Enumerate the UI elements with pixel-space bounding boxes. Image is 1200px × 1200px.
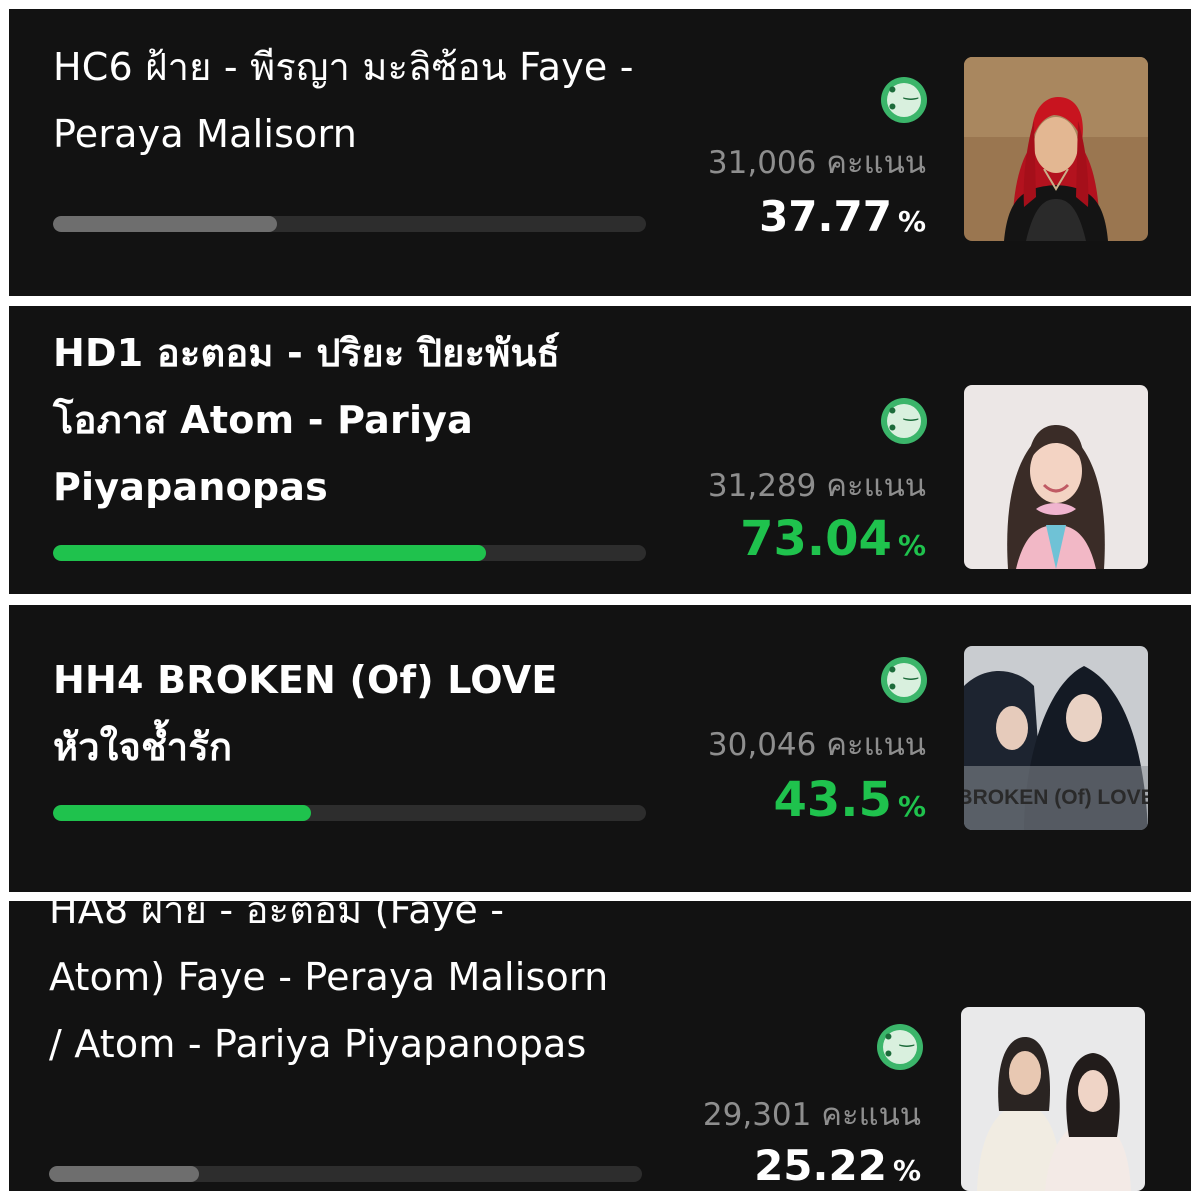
vote-number: 31,289 bbox=[707, 468, 817, 504]
percent-unit: % bbox=[897, 790, 926, 823]
vote-card[interactable]: HA8 ฝ้าย - อะตอม (Faye - Atom) Faye - Pe… bbox=[9, 901, 1191, 1191]
candidate-photo bbox=[964, 57, 1148, 241]
percent-number: 43.5 bbox=[773, 772, 892, 828]
smiley-badge-icon: • ‿ • bbox=[877, 1024, 923, 1070]
progress-fill bbox=[53, 805, 311, 821]
vote-count: 29,301 คะแนน bbox=[703, 1089, 921, 1139]
percent-number: 25.22 bbox=[754, 1141, 887, 1190]
progress-bar bbox=[53, 216, 646, 232]
candidate-photo bbox=[964, 385, 1148, 569]
vote-number: 30,046 bbox=[707, 727, 817, 763]
candidate-title: HH4 BROKEN (Of) LOVE หัวใจช้ำรัก bbox=[53, 658, 558, 769]
vote-unit: คะแนน bbox=[826, 727, 926, 763]
vote-card[interactable]: HC6 ฝ้าย - พีรญา มะลิซ้อน Faye - Peraya … bbox=[9, 9, 1191, 296]
smiley-badge-icon: • ‿ • bbox=[881, 657, 927, 703]
candidate-title: HC6 ฝ้าย - พีรญา มะลิซ้อน Faye - Peraya … bbox=[53, 45, 634, 156]
progress-fill bbox=[53, 216, 277, 232]
vote-card[interactable]: HD1 อะตอม - ปริยะ ปิยะพันธ์โอภาส Atom - … bbox=[9, 306, 1191, 594]
progress-bar bbox=[53, 805, 646, 821]
progress-bar bbox=[53, 545, 646, 561]
percent-number: 73.04 bbox=[740, 511, 892, 567]
vote-count: 30,046 คะแนน bbox=[708, 719, 926, 769]
vote-percent: 25.22% bbox=[754, 1141, 921, 1190]
vote-count: 31,289 คะแนน bbox=[708, 460, 926, 510]
vote-unit: คะแนน bbox=[826, 145, 926, 181]
percent-unit: % bbox=[897, 529, 926, 562]
progress-fill bbox=[53, 545, 487, 561]
progress-fill bbox=[49, 1166, 199, 1182]
percent-number: 37.77 bbox=[759, 192, 892, 241]
smiley-badge-icon: • ‿ • bbox=[881, 398, 927, 444]
percent-unit: % bbox=[892, 1154, 921, 1187]
candidate-title: HA8 ฝ้าย - อะตอม (Faye - Atom) Faye - Pe… bbox=[49, 901, 609, 1066]
vote-percent: 43.5% bbox=[774, 772, 927, 828]
percent-unit: % bbox=[897, 205, 926, 238]
candidate-photo bbox=[961, 1007, 1145, 1191]
vote-percent: 37.77% bbox=[759, 192, 926, 241]
vote-count: 31,006 คะแนน bbox=[708, 137, 926, 187]
vote-unit: คะแนน bbox=[826, 468, 926, 504]
poster-title: BROKEN (Of) LOVE bbox=[964, 786, 1148, 809]
series-poster: BROKEN (Of) LOVE bbox=[964, 646, 1148, 830]
vote-unit: คะแนน bbox=[821, 1097, 921, 1133]
vote-number: 31,006 bbox=[707, 145, 817, 181]
progress-bar bbox=[49, 1166, 642, 1182]
smiley-badge-icon: • ‿ • bbox=[881, 77, 927, 123]
vote-number: 29,301 bbox=[702, 1097, 812, 1133]
vote-card[interactable]: HH4 BROKEN (Of) LOVE หัวใจช้ำรัก • ‿ • 3… bbox=[9, 605, 1191, 892]
candidate-title: HD1 อะตอม - ปริยะ ปิยะพันธ์โอภาส Atom - … bbox=[53, 331, 561, 509]
vote-percent: 73.04% bbox=[740, 511, 926, 567]
